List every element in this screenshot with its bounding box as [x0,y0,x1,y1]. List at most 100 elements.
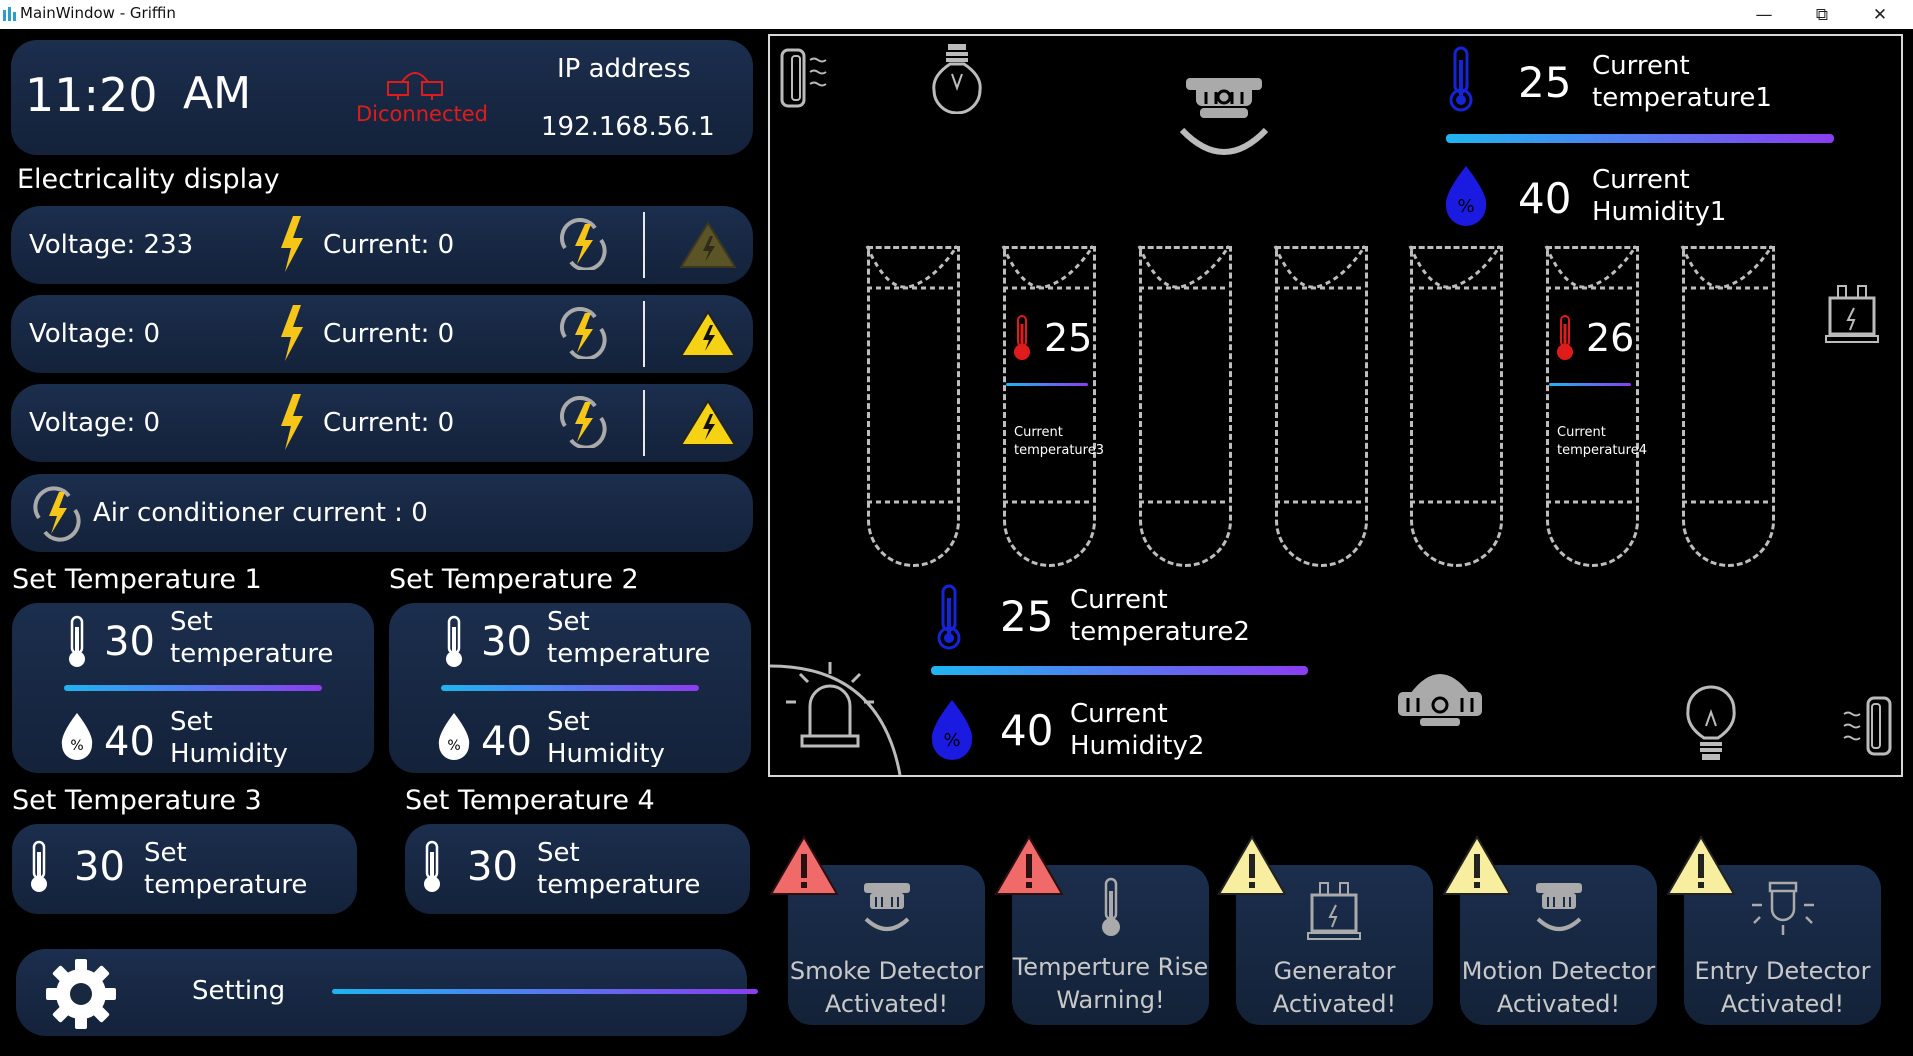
alert-line-2: Activated! [824,990,949,1018]
svg-text:%: % [1457,196,1474,217]
set-temp-4-panel[interactable]: 30 Set temperature [405,824,750,914]
lightning-icon [281,216,303,272]
set-temp-slider[interactable] [64,685,322,691]
set-temp-value: 30 [104,619,155,665]
ac-current-panel: Air conditioner current : 0 [11,474,753,552]
alert-line-2: Activated! [1272,990,1397,1018]
warning-dim-icon [679,221,737,268]
current-value: Current: 0 [323,230,455,260]
thermometer-icon [1449,46,1473,112]
thermometer-icon [424,840,440,892]
entry-sensor-icon [1843,696,1892,756]
humidity-drop-icon: % [1445,166,1487,226]
power-refresh-icon[interactable] [29,486,85,542]
current-humidity-1-label-2: Humidity1 [1592,197,1727,227]
set-temp-label-1: Set [537,838,580,868]
ip-value: 192.168.56.1 [541,112,715,142]
set-humidity-label-1: Set [170,707,213,737]
current-temp-4-label-2: temperature4 [1557,443,1647,458]
thermometer-icon [1557,315,1573,360]
set-temp-3-panel[interactable]: 30 Set temperature [12,824,357,914]
set-temp-value: 30 [481,619,532,665]
room-floor-plan: 25 Current temperature1 % 40 Current Hum… [768,34,1903,777]
set-temp-3-title: Set Temperature 3 [12,785,262,816]
alert-line-1: Temperture Rise [1012,953,1209,981]
humidity-drop-icon: % [931,700,973,760]
humidity-drop-icon: % [61,713,93,760]
motion-detector-icon [1536,883,1582,931]
title-bar: MainWindow - Griffin — ⧉ ✕ [0,0,1913,29]
current-temp-3-label-2: temperature3 [1014,443,1104,458]
set-humidity-value: 40 [104,719,155,765]
current-temp-4-label-1: Current [1557,425,1606,440]
warning-yellow-icon [1217,835,1287,895]
set-temp-label-2: temperature [547,639,711,666]
warning-yellow-icon [1666,835,1736,895]
window-title: MainWindow - Griffin [20,4,176,22]
warning-red-icon [769,835,839,895]
alert-line-2: Activated! [1496,990,1621,1018]
restore-button[interactable]: ⧉ [1794,0,1850,29]
set-temp-1-panel[interactable]: 30 Set temperature % 40 Set Humidity [12,603,374,773]
current-temp-2-bar [931,666,1308,675]
alert-line-1: Entry Detector [1694,957,1871,985]
set-humidity-label-1: Set [547,707,590,737]
set-temp-label-2: temperature [537,870,701,900]
light-bulb-icon [1686,685,1736,760]
alert-line-1: Motion Detector [1461,957,1656,985]
set-temp-slider[interactable] [441,685,699,691]
current-temp-1-value: 25 [1518,58,1572,107]
electricity-row-2: Voltage: 0 Current: 0 [11,295,753,373]
electricity-row-1: Voltage: 233 Current: 0 [11,206,753,284]
set-temp-4-title: Set Temperature 4 [405,785,655,816]
setting-label: Setting [192,976,286,1006]
app-icon [3,7,16,21]
voltage-value: Voltage: 0 [29,319,161,349]
current-temp-3-value: 25 [1044,316,1093,360]
current-humidity-2-label-1: Current [1070,699,1168,729]
warning-yellow-icon [1442,835,1512,895]
current-value: Current: 0 [323,319,455,349]
clock-time: 11:20 [25,68,158,122]
set-temp-value: 30 [74,844,125,890]
power-refresh-icon[interactable] [555,307,611,359]
current-value: Current: 0 [323,408,455,438]
current-humidity-1-value: 40 [1518,174,1572,223]
warning-red-icon [994,835,1064,895]
voltage-value: Voltage: 0 [29,408,161,438]
current-humidity-1-label-1: Current [1592,165,1690,195]
current-temp-2-label-2: temperature2 [1070,617,1250,647]
current-temp-1-bar [1446,134,1834,143]
setting-button[interactable]: Setting [16,949,758,1036]
power-refresh-icon[interactable] [555,218,611,270]
set-temp-2-title: Set Temperature 2 [389,564,639,595]
smoke-detector-icon [1179,78,1269,155]
voltage-value: Voltage: 233 [29,230,194,260]
svg-text:%: % [943,730,960,751]
close-button[interactable]: ✕ [1852,0,1908,29]
current-humidity-2-value: 40 [1000,706,1054,755]
electricity-title: Electricality display [17,164,280,195]
minimize-button[interactable]: — [1736,0,1792,29]
current-temp-4-bar [1549,383,1631,386]
alert-line-1: Smoke Detector [789,957,984,985]
connection-status: Diconnected [356,102,488,126]
light-bulb-icon [932,44,982,114]
svg-text:%: % [70,738,83,754]
current-temp-2-value: 25 [1000,592,1054,641]
current-temp-2-label-1: Current [1070,585,1168,615]
current-temp-1-label-2: temperature1 [1592,83,1772,113]
current-temp-3-label-1: Current [1014,425,1063,440]
divider [643,212,645,278]
ac-current-value: Air conditioner current : 0 [93,498,428,528]
divider [643,301,645,367]
power-refresh-icon[interactable] [555,396,611,448]
thermometer-icon [31,840,47,892]
thermometer-icon [1102,877,1120,936]
current-humidity-2-label-2: Humidity2 [1070,731,1205,761]
set-temp-1-title: Set Temperature 1 [12,564,262,595]
current-temp-4-value: 26 [1586,316,1635,360]
set-temp-label-1: Set [170,607,213,637]
ip-label: IP address [557,54,691,84]
set-temp-2-panel[interactable]: 30 Set temperature % 40 Set Humidity [389,603,751,773]
